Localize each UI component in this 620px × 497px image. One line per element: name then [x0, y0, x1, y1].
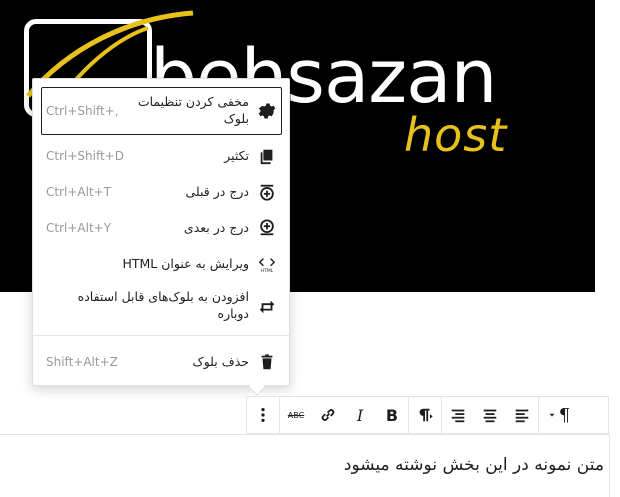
toolbar-group-align — [442, 397, 539, 433]
menu-item-duplicate[interactable]: Ctrl+Shift+D تکثیر — [41, 141, 282, 171]
caret-down-icon — [549, 413, 555, 417]
bold-label: B — [385, 405, 399, 425]
reusable-icon — [257, 296, 277, 316]
shortcut-label: Ctrl+Alt+T — [46, 185, 112, 199]
menu-item-hide-settings[interactable]: Ctrl+Shift+, مخفی کردن تنظیمات بلوک — [41, 87, 282, 135]
svg-text:HTML: HTML — [261, 268, 274, 273]
align-right-icon — [451, 409, 465, 423]
menu-item-insert-before[interactable]: Ctrl+Alt+T درج در قبلی — [41, 177, 282, 207]
align-center-icon — [483, 409, 497, 423]
align-left-icon — [515, 409, 529, 423]
shortcut-label: Shift+Alt+Z — [46, 355, 118, 369]
strikethrough-button[interactable]: ABC — [280, 397, 312, 433]
block-toolbar: ABC I B ¶ — [246, 396, 609, 434]
paragraph-text[interactable]: متن نمونه در این بخش نوشته میشود — [344, 455, 604, 475]
block-type-switcher-button[interactable]: ¶ — [539, 397, 579, 433]
shortcut-label: Ctrl+Shift+, — [46, 104, 119, 118]
toolbar-group-format: ABC I B — [280, 397, 409, 433]
menu-item-label: حذف بلوک — [192, 353, 249, 369]
paragraph-icon: ¶ — [558, 404, 571, 426]
more-vertical-icon — [261, 407, 265, 423]
menu-divider — [33, 335, 289, 336]
text-direction-button[interactable] — [409, 397, 441, 433]
menu-item-remove-block[interactable]: Shift+Alt+Z حذف بلوک — [41, 347, 282, 377]
italic-button[interactable]: I — [344, 397, 376, 433]
shortcut-label: Ctrl+Alt+Y — [46, 221, 112, 235]
menu-item-label: درج در بعدی — [183, 219, 249, 235]
menu-item-label: درج در قبلی — [185, 183, 249, 199]
block-settings-menu: Ctrl+Shift+, مخفی کردن تنظیمات بلوک Ctrl… — [32, 78, 290, 386]
italic-label: I — [356, 405, 364, 425]
toolbar-group-direction — [409, 397, 442, 433]
gear-icon — [257, 101, 277, 121]
html-icon: HTML — [257, 254, 277, 274]
bold-button[interactable]: B — [376, 397, 408, 433]
menu-item-add-reusable[interactable]: افزودن به بلوک‌های قابل استفاده دوباره — [41, 285, 282, 327]
shortcut-label: Ctrl+Shift+D — [46, 149, 124, 163]
align-left-button[interactable] — [506, 397, 538, 433]
link-button[interactable] — [312, 397, 344, 433]
toolbar-group-block-type: ¶ — [539, 397, 579, 433]
paragraph-rtl-icon — [419, 408, 433, 422]
trash-icon — [257, 352, 277, 372]
strikethrough-label: ABC — [287, 410, 305, 420]
copy-icon — [257, 146, 277, 166]
more-options-button[interactable] — [247, 397, 279, 433]
toolbar-group-more — [247, 397, 280, 433]
logo-subtext: host — [404, 108, 508, 162]
insert-after-icon — [257, 218, 277, 238]
menu-item-label: افزودن به بلوک‌های قابل استفاده دوباره — [77, 289, 249, 321]
menu-item-edit-as-html[interactable]: ویرایش به عنوان HTML HTML — [41, 249, 282, 279]
link-icon — [321, 409, 335, 421]
align-right-button[interactable] — [442, 397, 474, 433]
menu-item-label: مخفی کردن تنظیمات بلوک — [137, 94, 249, 126]
insert-before-icon — [257, 182, 277, 202]
align-center-button[interactable] — [474, 397, 506, 433]
menu-item-label: ویرایش به عنوان HTML — [122, 255, 249, 271]
menu-item-insert-after[interactable]: Ctrl+Alt+Y درج در بعدی — [41, 213, 282, 243]
menu-item-label: تکثیر — [224, 147, 249, 163]
